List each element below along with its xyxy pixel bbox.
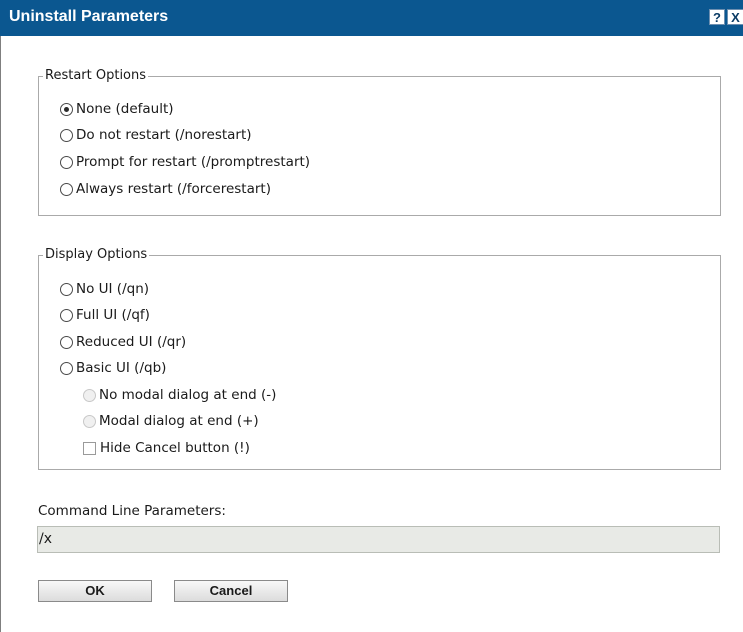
radio-icon[interactable] (83, 388, 96, 402)
radio-icon[interactable] (60, 102, 73, 116)
ok-button[interactable]: OK (38, 580, 152, 602)
restart-options-legend: Restart Options (43, 67, 149, 85)
radio-restart-force[interactable]: Always restart (/forcerestart) (60, 179, 271, 199)
command-line-field[interactable]: /x (37, 526, 720, 553)
radio-label: None (default) (76, 101, 174, 117)
radio-restart-none[interactable]: None (default) (60, 99, 174, 119)
window-left-border (0, 36, 1, 632)
cancel-button[interactable]: Cancel (174, 580, 288, 602)
radio-label: Do not restart (/norestart) (76, 127, 252, 143)
radio-label: Always restart (/forcerestart) (76, 181, 271, 197)
radio-label: Prompt for restart (/promptrestart) (76, 154, 311, 170)
radio-icon[interactable] (60, 335, 73, 349)
window-title: Uninstall Parameters (9, 8, 169, 25)
radio-label: No UI (/qn) (76, 281, 150, 297)
radio-label: Full UI (/qf) (76, 307, 150, 323)
radio-icon[interactable] (60, 155, 73, 169)
close-button[interactable]: X (727, 9, 743, 25)
radio-label: No modal dialog at end (-) (99, 387, 277, 403)
radio-display-reducedui[interactable]: Reduced UI (/qr) (60, 332, 186, 352)
radio-display-fullui[interactable]: Full UI (/qf) (60, 305, 150, 325)
radio-icon[interactable] (60, 282, 73, 296)
radio-icon[interactable] (83, 414, 96, 428)
radio-restart-norestart[interactable]: Do not restart (/norestart) (60, 125, 252, 145)
help-button[interactable]: ? (709, 9, 725, 25)
radio-display-basicui[interactable]: Basic UI (/qb) (60, 358, 166, 378)
display-options-legend: Display Options (43, 246, 150, 264)
checkbox-icon[interactable] (83, 441, 96, 455)
radio-restart-prompt[interactable]: Prompt for restart (/promptrestart) (60, 152, 310, 172)
radio-icon[interactable] (60, 128, 73, 142)
radio-label: Reduced UI (/qr) (76, 334, 187, 350)
radio-label: Modal dialog at end (+) (99, 413, 259, 429)
title-bar: Uninstall Parameters ? X (0, 0, 743, 36)
radio-modal-dialog[interactable]: Modal dialog at end (+) (83, 411, 259, 431)
radio-icon[interactable] (60, 182, 73, 196)
radio-icon[interactable] (60, 308, 73, 322)
radio-no-modal-dialog[interactable]: No modal dialog at end (-) (83, 385, 276, 405)
radio-display-noui[interactable]: No UI (/qn) (60, 279, 149, 299)
radio-icon[interactable] (60, 361, 73, 375)
checkbox-hide-cancel[interactable]: Hide Cancel button (!) (83, 438, 250, 458)
command-line-label: Command Line Parameters: (38, 503, 226, 519)
checkbox-label: Hide Cancel button (!) (100, 440, 250, 456)
radio-label: Basic UI (/qb) (76, 360, 167, 376)
